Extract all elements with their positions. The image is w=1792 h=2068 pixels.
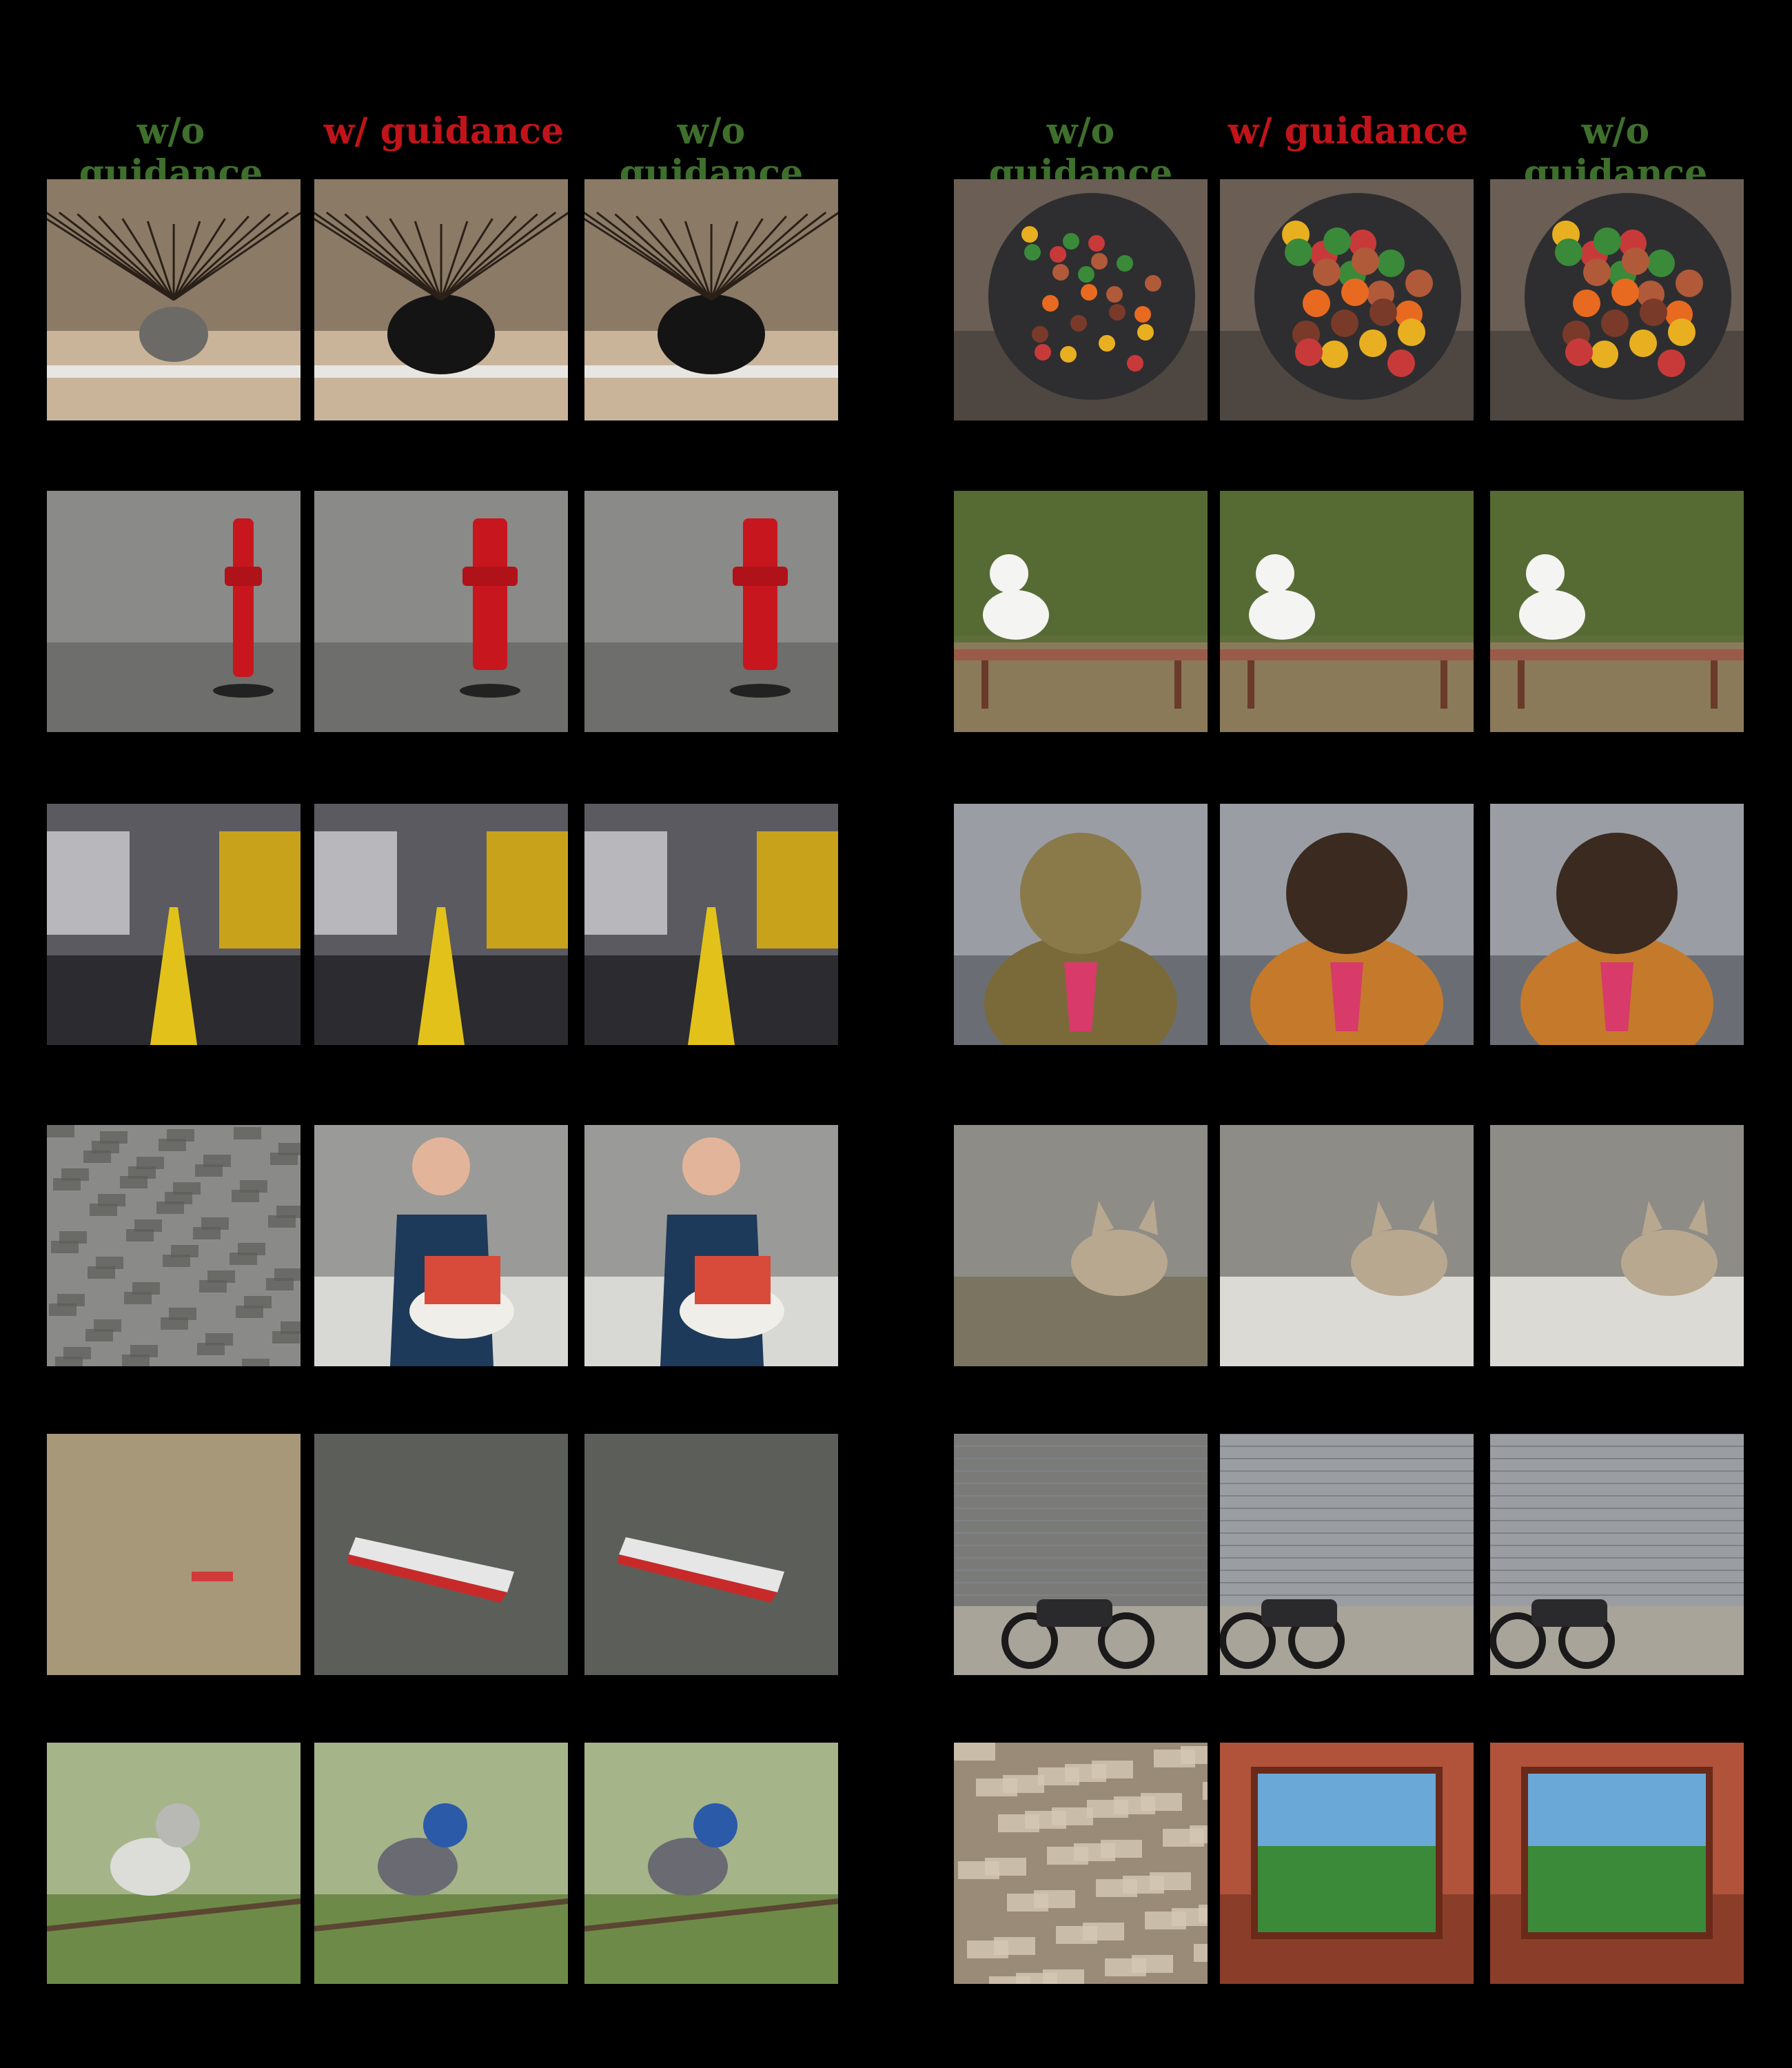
bird-on-branch-photo bbox=[314, 1743, 568, 1984]
right-row4-col3-kitten-on-chair-photo bbox=[1490, 1125, 1744, 1366]
left-row6-col3-bird-on-branch-photo bbox=[584, 1743, 838, 1984]
woman-holding-cake-photo bbox=[584, 1125, 838, 1366]
right-row6-col2-window-view-photo bbox=[1220, 1743, 1474, 1984]
right-row1-col3-food-platter-photo bbox=[1490, 179, 1744, 420]
left-row3-col2-train-platform-photo bbox=[314, 804, 568, 1045]
left-row5-col3-boat-on-water-photo bbox=[584, 1434, 838, 1675]
left-row6-col1-bird-on-branch-photo bbox=[47, 1743, 301, 1984]
vase-with-dry-branches-photo bbox=[47, 179, 301, 420]
motorcycle-by-wall-photo bbox=[1220, 1434, 1474, 1675]
left-row2-col2-red-fire-hydrant-photo bbox=[314, 491, 568, 732]
boat-on-water-photo bbox=[314, 1434, 568, 1675]
food-platter-photo bbox=[1220, 179, 1474, 420]
window-view-photo bbox=[1220, 1743, 1474, 1984]
dog-wearing-tie-photo bbox=[954, 804, 1208, 1045]
left-row4-col1-woman-holding-cake-photo bbox=[47, 1125, 301, 1366]
motorcycle-by-wall-photo bbox=[954, 1434, 1208, 1675]
right-row1-col2-food-platter-photo bbox=[1220, 179, 1474, 420]
dog-wearing-tie-photo bbox=[1220, 804, 1474, 1045]
left-row4-col3-woman-holding-cake-photo bbox=[584, 1125, 838, 1366]
motorcycle-by-wall-photo bbox=[1490, 1434, 1744, 1675]
right-row6-col1-window-view-photo bbox=[954, 1743, 1208, 1984]
food-platter-photo bbox=[954, 179, 1208, 420]
red-fire-hydrant-photo bbox=[584, 491, 838, 732]
right-row2-col2-dog-on-bench-photo bbox=[1220, 491, 1474, 732]
left-row3-col1-train-platform-photo bbox=[47, 804, 301, 1045]
food-platter-photo bbox=[1490, 179, 1744, 420]
red-fire-hydrant-photo bbox=[314, 491, 568, 732]
left-row2-col1-red-fire-hydrant-photo bbox=[47, 491, 301, 732]
left-row5-col2-boat-on-water-photo bbox=[314, 1434, 568, 1675]
bird-on-branch-photo bbox=[47, 1743, 301, 1984]
woman-holding-cake-photo bbox=[314, 1125, 568, 1366]
right-row6-col3-window-view-photo bbox=[1490, 1743, 1744, 1984]
woman-holding-cake-photo bbox=[47, 1125, 301, 1366]
dog-on-bench-photo bbox=[954, 491, 1208, 732]
right-row1-col1-food-platter-photo bbox=[954, 179, 1208, 420]
left-row1-col2-vase-with-dry-branches-photo bbox=[314, 179, 568, 420]
right-row4-col2-kitten-on-chair-photo bbox=[1220, 1125, 1474, 1366]
boat-on-water-photo bbox=[47, 1434, 301, 1675]
left-row2-col3-red-fire-hydrant-photo bbox=[584, 491, 838, 732]
header-right-w-guidance: w/ guidance bbox=[1228, 110, 1469, 152]
kitten-on-chair-photo bbox=[1220, 1125, 1474, 1366]
train-platform-photo bbox=[584, 804, 838, 1045]
train-platform-photo bbox=[47, 804, 301, 1045]
right-row5-col3-motorcycle-by-wall-photo bbox=[1490, 1434, 1744, 1675]
left-row4-col2-woman-holding-cake-photo bbox=[314, 1125, 568, 1366]
right-row5-col2-motorcycle-by-wall-photo bbox=[1220, 1434, 1474, 1675]
boat-on-water-photo bbox=[584, 1434, 838, 1675]
dog-on-bench-photo bbox=[1220, 491, 1474, 732]
left-row5-col1-boat-on-water-photo bbox=[47, 1434, 301, 1675]
right-row2-col1-dog-on-bench-photo bbox=[954, 491, 1208, 732]
red-fire-hydrant-photo bbox=[47, 491, 301, 732]
right-row4-col1-kitten-on-chair-photo bbox=[954, 1125, 1208, 1366]
kitten-on-chair-photo bbox=[954, 1125, 1208, 1366]
right-row5-col1-motorcycle-by-wall-photo bbox=[954, 1434, 1208, 1675]
kitten-on-chair-photo bbox=[1490, 1125, 1744, 1366]
header-left-w-guidance: w/ guidance bbox=[323, 110, 564, 152]
right-row3-col3-dog-wearing-tie-photo bbox=[1490, 804, 1744, 1045]
left-row1-col1-vase-with-dry-branches-photo bbox=[47, 179, 301, 420]
window-view-photo bbox=[954, 1743, 1208, 1984]
right-row3-col1-dog-wearing-tie-photo bbox=[954, 804, 1208, 1045]
vase-with-dry-branches-photo bbox=[314, 179, 568, 420]
vase-with-dry-branches-photo bbox=[584, 179, 838, 420]
train-platform-photo bbox=[314, 804, 568, 1045]
right-row3-col2-dog-wearing-tie-photo bbox=[1220, 804, 1474, 1045]
bird-on-branch-photo bbox=[584, 1743, 838, 1984]
left-row1-col3-vase-with-dry-branches-photo bbox=[584, 179, 838, 420]
dog-wearing-tie-photo bbox=[1490, 804, 1744, 1045]
right-row2-col3-dog-on-bench-photo bbox=[1490, 491, 1744, 732]
left-row6-col2-bird-on-branch-photo bbox=[314, 1743, 568, 1984]
left-row3-col3-train-platform-photo bbox=[584, 804, 838, 1045]
window-view-photo bbox=[1490, 1743, 1744, 1984]
dog-on-bench-photo bbox=[1490, 491, 1744, 732]
